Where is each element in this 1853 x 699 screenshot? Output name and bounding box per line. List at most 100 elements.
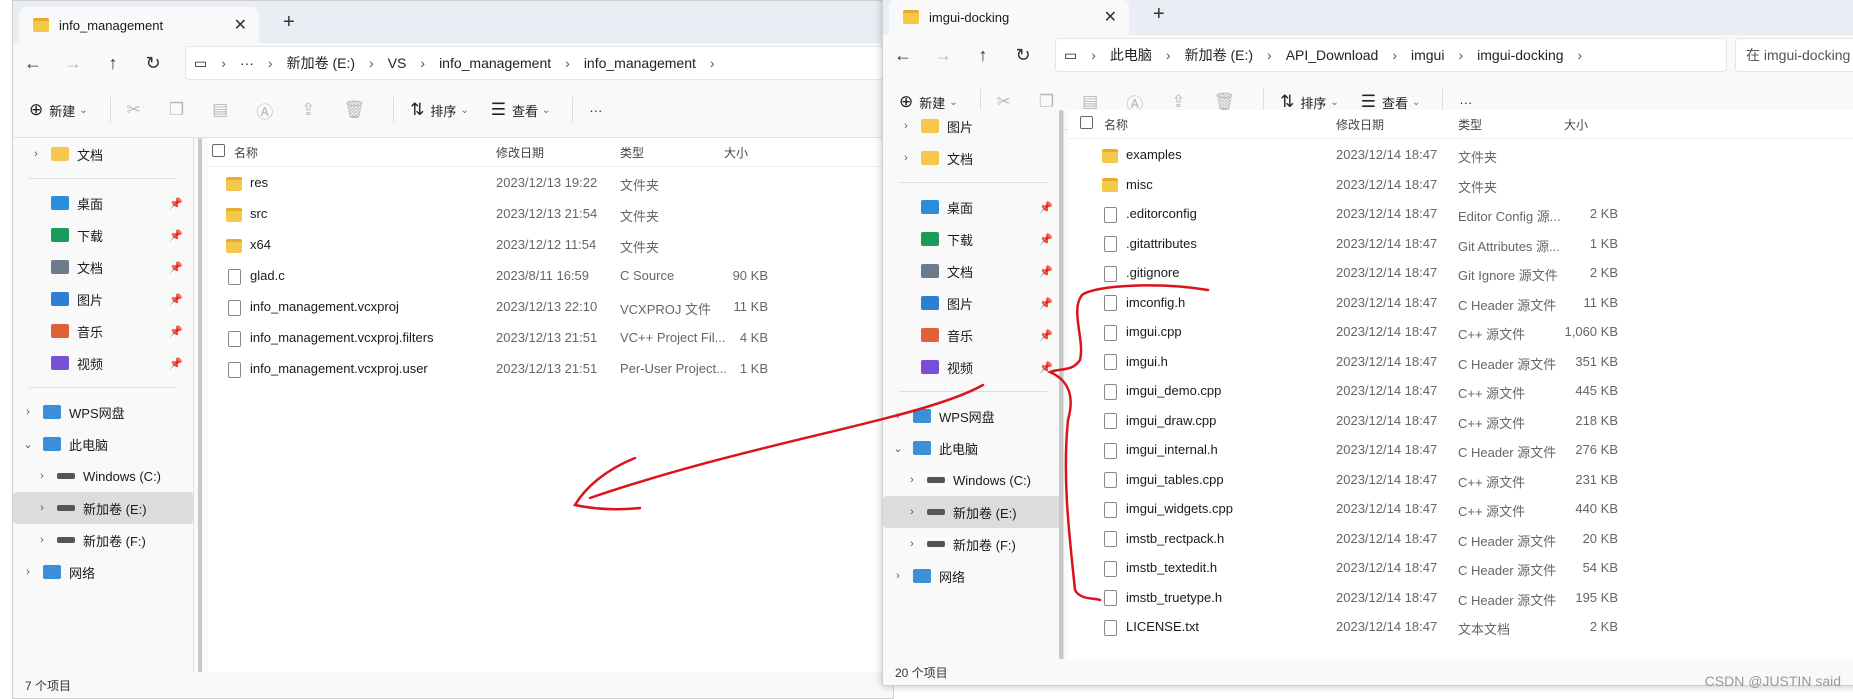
- file-row[interactable]: examples 2023/12/14 18:47 文件夹: [1068, 139, 1853, 169]
- pin-icon[interactable]: 📌: [1039, 297, 1053, 310]
- rename-button[interactable]: Ⓐ: [256, 98, 279, 123]
- column-size[interactable]: 大小: [1564, 116, 1588, 133]
- file-row[interactable]: misc 2023/12/14 18:47 文件夹: [1068, 169, 1853, 199]
- refresh-icon[interactable]: ↻: [133, 53, 173, 74]
- file-row[interactable]: imgui_draw.cpp 2023/12/14 18:47 C++ 源文件 218…: [1068, 405, 1853, 435]
- breadcrumb-item[interactable]: imgui-docking: [1477, 47, 1563, 63]
- breadcrumb-item[interactable]: 新加卷 (E:): [1185, 45, 1253, 65]
- file-row[interactable]: imgui_demo.cpp 2023/12/14 18:47 C++ 源文件 445…: [1068, 375, 1853, 405]
- new-button[interactable]: ⊕ 新建 ⌄: [899, 92, 958, 112]
- file-row[interactable]: .gitignore 2023/12/14 18:47 Git Ignore 源文件…: [1068, 257, 1853, 287]
- sidebar-item[interactable]: › 新加卷 (F:): [883, 528, 1063, 560]
- file-row[interactable]: imconfig.h 2023/12/14 18:47 C Header 源文件 11…: [1068, 287, 1853, 317]
- close-tab-icon[interactable]: ✕: [1104, 7, 1117, 27]
- delete-button[interactable]: 🗑: [343, 100, 371, 120]
- sidebar-item[interactable]: › 图片: [883, 110, 1063, 142]
- file-row[interactable]: glad.c 2023/8/11 16:59 C Source 90 KB: [208, 260, 893, 291]
- sidebar-item-quick[interactable]: 图片 📌: [883, 287, 1063, 319]
- pin-icon[interactable]: 📌: [1039, 329, 1053, 342]
- search-input[interactable]: 在 imgui-docking: [1735, 38, 1853, 72]
- sort-button[interactable]: ⇅ 排序 ⌄: [410, 100, 469, 120]
- back-arrow-icon[interactable]: ←: [13, 53, 53, 74]
- sidebar-item-quick[interactable]: 音乐 📌: [13, 315, 193, 347]
- breadcrumb-item[interactable]: imgui: [1411, 47, 1444, 63]
- tab-info-management[interactable]: info_management ✕: [19, 7, 259, 43]
- file-row[interactable]: imgui.h 2023/12/14 18:47 C Header 源文件 351 K…: [1068, 346, 1853, 376]
- column-name[interactable]: 名称: [1104, 116, 1128, 133]
- sidebar-item-quick[interactable]: 下载 📌: [883, 223, 1063, 255]
- sidebar-item-quick[interactable]: 视频 📌: [883, 351, 1063, 383]
- select-all-checkbox[interactable]: [1080, 116, 1093, 132]
- file-row[interactable]: src 2023/12/13 21:54 文件夹: [208, 198, 893, 229]
- share-button[interactable]: ⇪: [1171, 92, 1191, 112]
- up-arrow-icon[interactable]: ↑: [93, 53, 133, 74]
- forward-arrow-icon[interactable]: →: [923, 45, 963, 66]
- pin-icon[interactable]: 📌: [1039, 361, 1053, 374]
- pin-icon[interactable]: 📌: [1039, 265, 1053, 278]
- sidebar-item-quick[interactable]: 桌面 📌: [13, 187, 193, 219]
- close-tab-icon[interactable]: ✕: [234, 15, 247, 35]
- sidebar-item[interactable]: › Windows (C:): [883, 464, 1063, 496]
- forward-arrow-icon[interactable]: →: [53, 53, 93, 74]
- breadcrumb-item[interactable]: VS: [388, 55, 407, 71]
- file-row[interactable]: imstb_rectpack.h 2023/12/14 18:47 C Header…: [1068, 523, 1853, 553]
- sidebar-item[interactable]: ⌄ 此电脑: [883, 432, 1063, 464]
- sort-button[interactable]: ⇅ 排序 ⌄: [1280, 92, 1339, 112]
- file-row[interactable]: info_management.vcxproj.filters 2023/12/1…: [208, 322, 893, 353]
- column-type[interactable]: 类型: [1458, 116, 1482, 133]
- paste-button[interactable]: ▤: [212, 100, 234, 120]
- view-button[interactable]: ☰ 查看 ⌄: [1361, 92, 1421, 112]
- overflow-icon[interactable]: ···: [240, 55, 254, 71]
- sidebar-item[interactable]: › WPS网盘: [883, 400, 1063, 432]
- file-row[interactable]: imgui.cpp 2023/12/14 18:47 C++ 源文件 1,060 KB: [1068, 316, 1853, 346]
- nav-scrollbar[interactable]: [1059, 110, 1063, 665]
- sidebar-item[interactable]: › 网络: [13, 556, 193, 588]
- file-row[interactable]: LICENSE.txt 2023/12/14 18:47 文本文档 2 KB: [1068, 611, 1853, 641]
- cut-button[interactable]: ✂: [997, 92, 1017, 112]
- pin-icon[interactable]: 📌: [169, 357, 183, 370]
- column-name[interactable]: 名称: [234, 144, 258, 161]
- sidebar-item[interactable]: › WPS网盘: [13, 396, 193, 428]
- column-size[interactable]: 大小: [724, 144, 748, 161]
- breadcrumb-item[interactable]: info_management: [439, 55, 551, 71]
- pin-icon[interactable]: 📌: [169, 197, 183, 210]
- pin-icon[interactable]: 📌: [169, 325, 183, 338]
- tab-imgui-docking[interactable]: imgui-docking ✕: [889, 0, 1129, 35]
- sidebar-item-quick[interactable]: 图片 📌: [13, 283, 193, 315]
- file-row[interactable]: imstb_truetype.h 2023/12/14 18:47 C Header…: [1068, 582, 1853, 612]
- select-all-checkbox[interactable]: [212, 144, 225, 160]
- up-arrow-icon[interactable]: ↑: [963, 45, 1003, 66]
- nav-scrollbar[interactable]: [198, 138, 202, 678]
- breadcrumb-item[interactable]: info_management: [584, 55, 696, 71]
- paste-button[interactable]: ▤: [1082, 92, 1104, 112]
- delete-button[interactable]: 🗑: [1213, 92, 1241, 112]
- more-button[interactable]: ···: [1459, 95, 1472, 110]
- new-button[interactable]: ⊕ 新建 ⌄: [29, 100, 88, 120]
- pin-icon[interactable]: 📌: [169, 261, 183, 274]
- file-row[interactable]: .gitattributes 2023/12/14 18:47 Git Attrib…: [1068, 228, 1853, 258]
- copy-button[interactable]: ❐: [169, 100, 190, 120]
- sidebar-item[interactable]: › 网络: [883, 560, 1063, 592]
- copy-button[interactable]: ❐: [1039, 92, 1060, 112]
- sidebar-item[interactable]: › 新加卷 (E:): [13, 492, 193, 524]
- pin-icon[interactable]: 📌: [169, 293, 183, 306]
- breadcrumb-item[interactable]: 此电脑: [1110, 45, 1152, 65]
- sidebar-item-quick[interactable]: 文档 📌: [883, 255, 1063, 287]
- sidebar-item[interactable]: ⌄ 此电脑: [13, 428, 193, 460]
- sidebar-item-quick[interactable]: 视频 📌: [13, 347, 193, 379]
- back-arrow-icon[interactable]: ←: [883, 45, 923, 66]
- sidebar-item-quick[interactable]: 音乐 📌: [883, 319, 1063, 351]
- file-row[interactable]: x64 2023/12/12 11:54 文件夹: [208, 229, 893, 260]
- sidebar-item-quick[interactable]: 桌面 📌: [883, 191, 1063, 223]
- sidebar-item-quick[interactable]: 文档 📌: [13, 251, 193, 283]
- more-button[interactable]: ···: [589, 103, 602, 118]
- view-button[interactable]: ☰ 查看 ⌄: [491, 100, 551, 120]
- refresh-icon[interactable]: ↻: [1003, 45, 1043, 66]
- breadcrumb[interactable]: ▭ › ··· › 新加卷 (E:) › VS › info_management › i…: [185, 46, 885, 80]
- sidebar-item[interactable]: › 新加卷 (F:): [13, 524, 193, 556]
- pin-icon[interactable]: 📌: [1039, 233, 1053, 246]
- file-row[interactable]: imstb_textedit.h 2023/12/14 18:47 C Header…: [1068, 552, 1853, 582]
- column-date[interactable]: 修改日期: [1336, 116, 1384, 133]
- file-row[interactable]: res 2023/12/13 19:22 文件夹: [208, 167, 893, 198]
- file-row[interactable]: .editorconfig 2023/12/14 18:47 Editor Conf…: [1068, 198, 1853, 228]
